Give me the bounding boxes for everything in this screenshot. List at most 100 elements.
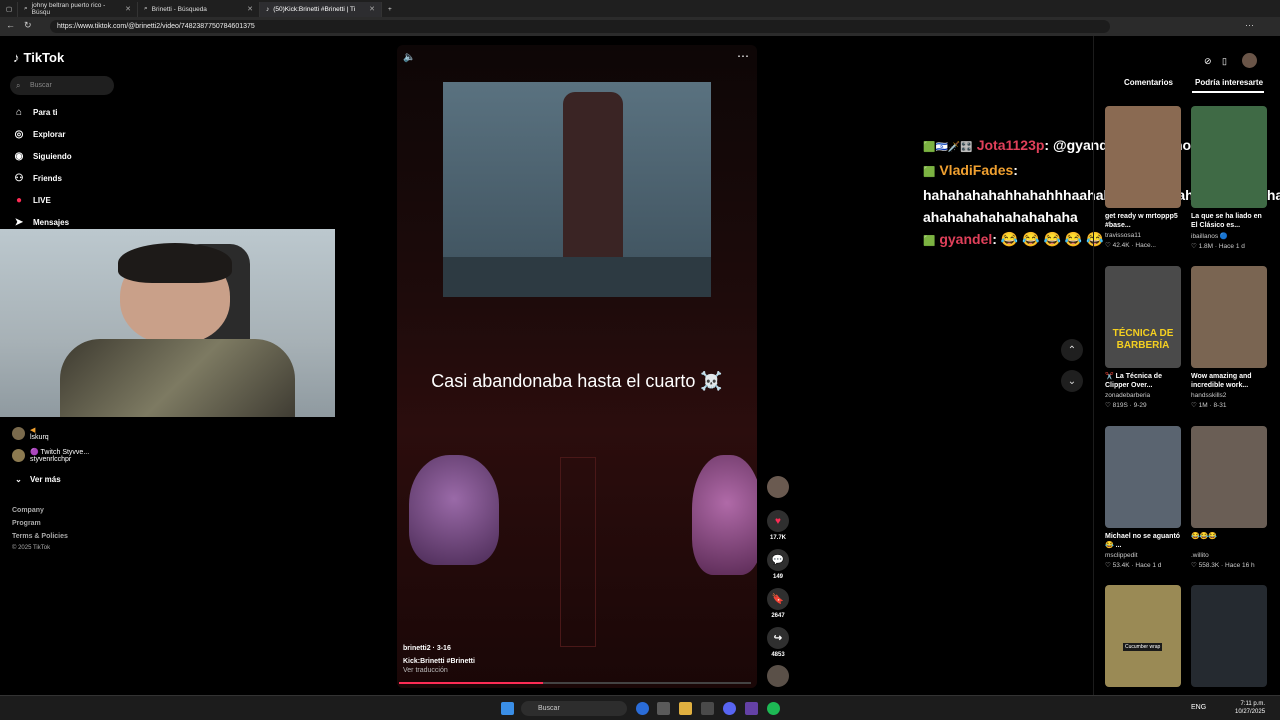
- share-button[interactable]: ↪ 4853: [765, 627, 791, 658]
- tab-podria-interesarte[interactable]: Podría interesarte: [1195, 78, 1263, 87]
- edge-icon[interactable]: [636, 702, 649, 715]
- url-field[interactable]: https://www.tiktok.com/@brinetti2/video/…: [50, 20, 1110, 33]
- avatar: [12, 427, 25, 440]
- heart-icon: ♥: [767, 510, 789, 532]
- tab-2[interactable]: ⌕ Brinetti - Búsqueda ✕: [138, 1, 260, 17]
- clock-icon[interactable]: ⊘: [1204, 56, 1212, 67]
- suggested-video-card[interactable]: [1191, 585, 1267, 687]
- creator-avatar[interactable]: [765, 476, 791, 501]
- video-thumbnail: TÉCNICA DE BARBERÍA: [1105, 266, 1181, 368]
- see-more-button[interactable]: ⌄ Ver más: [12, 475, 61, 484]
- following-account-2[interactable]: 🟣 Twitch Styvve... styvenrlcchpr: [12, 448, 89, 463]
- suggested-video-card[interactable]: Cucumber wrap: [1105, 585, 1181, 687]
- language-indicator[interactable]: ENG: [1191, 704, 1206, 711]
- close-icon[interactable]: ✕: [247, 5, 253, 13]
- video-player[interactable]: 🔈 ⋯ Casi abandonaba hasta el cuarto ☠️ b…: [397, 45, 757, 688]
- footer-terms[interactable]: Terms & Policies: [12, 533, 68, 540]
- search-input[interactable]: ⌕ Buscar: [10, 76, 114, 95]
- video-thumbnail: Cucumber wrap: [1105, 585, 1181, 687]
- messages-icon: ➤: [14, 217, 24, 228]
- nav-mensajes[interactable]: ➤ Mensajes: [13, 217, 69, 228]
- active-tab-indicator: [1192, 91, 1264, 93]
- video-thumbnail: [1191, 585, 1267, 687]
- phone-icon[interactable]: ▯: [1222, 56, 1227, 67]
- more-options-icon[interactable]: ⋯: [737, 49, 749, 63]
- live-icon: ●: [15, 195, 23, 206]
- tab-1[interactable]: ⌕ johny beltran puerto rico - Búsqu ✕: [18, 1, 138, 17]
- purple-hand-right: [692, 455, 757, 575]
- avatar: [12, 449, 25, 462]
- close-icon[interactable]: ✕: [369, 5, 375, 13]
- video-meta: brinetti2 · 3-16 Kick:Brinetti #Brinetti…: [403, 645, 475, 674]
- video-inner-screen: [443, 82, 711, 297]
- twitch-icon[interactable]: [745, 702, 758, 715]
- video-thumbnail: [1105, 106, 1181, 208]
- volume-icon[interactable]: 🔈: [403, 52, 415, 63]
- footer-company[interactable]: Company: [12, 507, 44, 514]
- taskbar-search[interactable]: Buscar: [521, 701, 627, 716]
- spotify-icon[interactable]: [767, 702, 780, 715]
- tab-comentarios[interactable]: Comentarios: [1124, 78, 1173, 87]
- tab-bar: ▢ ⌕ johny beltran puerto rico - Búsqu ✕ ⌕ B…: [0, 0, 1280, 17]
- nav-explorar[interactable]: ◎ Explorar: [13, 129, 66, 140]
- chevron-down-icon: ⌄: [1067, 375, 1077, 387]
- tiktok-logo[interactable]: ♪ TikTok: [13, 50, 64, 65]
- suggested-video-card[interactable]: Wow amazing and incredible work... handss…: [1191, 266, 1267, 409]
- video-thumbnail: [1191, 426, 1267, 528]
- progress-fill: [399, 682, 544, 684]
- folder-icon[interactable]: [679, 702, 692, 715]
- sound-avatar[interactable]: [765, 665, 791, 690]
- search-icon: ⌕: [16, 81, 21, 90]
- like-button[interactable]: ♥ 17.7K: [765, 510, 791, 541]
- footer-copyright: © 2025 TikTok: [12, 545, 51, 551]
- profile-avatar[interactable]: [1242, 53, 1257, 68]
- nav-live[interactable]: ● LIVE: [13, 195, 51, 206]
- streamer-hoodie: [60, 339, 295, 417]
- close-icon[interactable]: ✕: [125, 5, 131, 13]
- following-icon: ◉: [14, 151, 24, 162]
- browser-chrome: ▢ ⌕ johny beltran puerto rico - Búsqu ✕ ⌕ B…: [0, 0, 1280, 36]
- purple-hand-left: [409, 455, 499, 565]
- store-icon[interactable]: [657, 702, 670, 715]
- following-account-1[interactable]: ◀ lskurq: [12, 426, 49, 441]
- video-progress-bar[interactable]: [399, 682, 751, 684]
- video-thumbnail: [1191, 266, 1267, 368]
- comment-button[interactable]: 💬 149: [765, 549, 791, 580]
- search-icon: ⌕: [144, 5, 148, 12]
- menu-icon[interactable]: ⋯: [1245, 20, 1254, 31]
- bookmark-icon: 🔖: [767, 588, 789, 610]
- avatar: [767, 476, 789, 498]
- next-video-button[interactable]: ⌄: [1061, 370, 1083, 392]
- suggested-video-card[interactable]: get ready w mrtoppp5 #base... travissosa1…: [1105, 106, 1181, 249]
- footer-program[interactable]: Program: [12, 520, 41, 527]
- suggested-video-card[interactable]: TÉCNICA DE BARBERÍA ✂️ La Técnica de Clip…: [1105, 266, 1181, 409]
- nav-siguiendo[interactable]: ◉ Siguiendo: [13, 151, 72, 162]
- previous-video-button[interactable]: ⌃: [1061, 339, 1083, 361]
- app-icon[interactable]: [701, 702, 714, 715]
- discord-icon[interactable]: [723, 702, 736, 715]
- clock[interactable]: 7:11 p.m. 10/27/2025: [1235, 700, 1265, 716]
- new-tab-button[interactable]: +: [382, 2, 398, 17]
- save-button[interactable]: 🔖 2647: [765, 588, 791, 619]
- avatar: [767, 665, 789, 687]
- video-caption: Casi abandonaba hasta el cuarto ☠️: [431, 371, 723, 391]
- tiktok-page: ♪ TikTok ⌕ Buscar ⌂ Para ti ◎ Explorar ◉ Sigu…: [0, 36, 1280, 695]
- suggested-video-card[interactable]: 😂😂😂 .willito ♡ 558.3K · Hace 16 h: [1191, 426, 1267, 569]
- share-icon: ↪: [767, 627, 789, 649]
- nav-para-ti[interactable]: ⌂ Para ti: [13, 107, 58, 118]
- tab-actions-icon[interactable]: ▢: [0, 1, 18, 17]
- video-thumbnail: [1191, 106, 1267, 208]
- compass-icon: ◎: [14, 129, 24, 140]
- windows-start-icon[interactable]: [501, 702, 514, 715]
- tab-3-active[interactable]: ♪ (50)Kick:Brinetti #Brinetti | Ti ✕: [260, 1, 382, 17]
- suggested-video-card[interactable]: La que se ha liado en El Clásico es... ib…: [1191, 106, 1267, 250]
- streamer-hair: [118, 243, 232, 283]
- chevron-down-icon: ⌄: [15, 475, 22, 484]
- address-bar-row: ← ↻ https://www.tiktok.com/@brinetti2/vi…: [0, 17, 1280, 36]
- reload-icon[interactable]: ↻: [24, 20, 32, 31]
- comment-icon: 💬: [767, 549, 789, 571]
- nav-friends[interactable]: ⚇ Friends: [13, 173, 62, 184]
- suggested-video-card[interactable]: Michael no se aguantó 😂 ... msclippedit ♡ …: [1105, 426, 1181, 569]
- figure-silhouette: [563, 92, 623, 257]
- back-icon[interactable]: ←: [6, 20, 15, 30]
